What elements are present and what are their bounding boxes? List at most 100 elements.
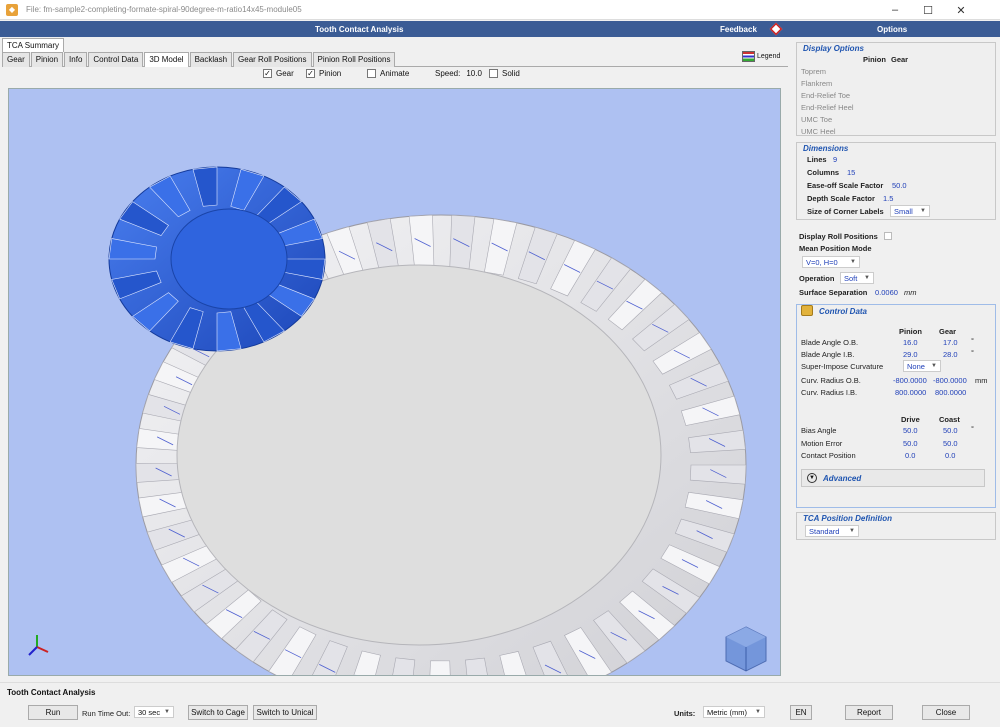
view-cube-icon[interactable]: [725, 626, 767, 672]
tab-3d-model[interactable]: 3D Model: [144, 52, 189, 67]
tca-position-select[interactable]: Standard ▼: [805, 525, 859, 537]
mean-position-mode-value: V=0, H=0: [806, 257, 838, 267]
animate-label: Animate: [380, 69, 410, 78]
toprem-label: Toprem: [801, 67, 827, 76]
tab-pinion[interactable]: Pinion: [30, 52, 64, 67]
end-relief-toe-label: End-Relief Toe: [801, 91, 851, 100]
pinion-toggle[interactable]: ✓ Pinion: [306, 69, 341, 78]
units-value: Metric (mm): [707, 707, 747, 717]
language-button[interactable]: EN: [790, 705, 812, 720]
blade-angle-ib-gear[interactable]: 28.0: [943, 350, 958, 359]
lines-label: Lines: [807, 155, 827, 164]
gear-toggle[interactable]: ✓ Gear: [263, 69, 294, 78]
columns-value[interactable]: 15: [847, 168, 855, 177]
tca-position-value: Standard: [809, 526, 840, 536]
depth-scale-label: Depth Scale Factor: [807, 194, 875, 203]
legend-icon: [742, 51, 755, 62]
advanced-label: Advanced: [823, 473, 862, 483]
bias-angle-label: Bias Angle: [801, 426, 837, 435]
depth-scale-value[interactable]: 1.5: [883, 194, 893, 203]
operation-value: Soft: [844, 273, 858, 283]
blade-angle-ib-unit: °: [971, 348, 974, 357]
curv-radius-ib-pinion[interactable]: 800.0000: [895, 388, 926, 397]
pinion-checkbox[interactable]: ✓: [306, 69, 315, 78]
run-button[interactable]: Run: [28, 705, 78, 720]
minimize-button[interactable]: –: [880, 0, 910, 20]
tab-tca-summary[interactable]: TCA Summary: [2, 38, 65, 52]
run-timeout-select[interactable]: 30 sec ▼: [134, 706, 174, 718]
blade-angle-ob-pinion[interactable]: 16.0: [903, 338, 918, 347]
tab-backlash[interactable]: Backlash: [189, 52, 233, 67]
tab-info[interactable]: Info: [64, 52, 88, 67]
feedback-icon[interactable]: [769, 22, 783, 36]
operation-label: Operation: [799, 274, 835, 283]
solid-checkbox[interactable]: [489, 69, 498, 78]
curv-radius-ob-pinion[interactable]: -800.0000: [893, 376, 927, 385]
surface-separation-value[interactable]: 0.0060: [875, 288, 898, 297]
run-timeout-value: 30 sec: [138, 707, 161, 717]
3d-viewport[interactable]: [8, 88, 781, 676]
pinion-gear[interactable]: [108, 166, 326, 352]
expand-chevron-icon: ▼: [807, 473, 817, 483]
contact-position-drive[interactable]: 0.0: [905, 451, 915, 460]
superimpose-curvature-select[interactable]: None ▼: [903, 360, 941, 372]
superimpose-curvature-value: None: [907, 361, 925, 371]
pinion-toggle-label: Pinion: [319, 69, 342, 78]
lock-icon[interactable]: [801, 305, 813, 316]
contact-pattern-mark: [355, 674, 357, 675]
curv-radius-ob-gear[interactable]: -800.0000: [933, 376, 967, 385]
operation-select[interactable]: Soft ▼: [840, 272, 874, 284]
3d-scene[interactable]: [9, 89, 781, 676]
blade-angle-ib-label: Blade Angle I.B.: [801, 350, 855, 359]
chevron-down-icon: ▼: [931, 363, 937, 369]
curv-radius-unit: mm: [975, 376, 988, 385]
axes-triad-icon: [28, 635, 49, 656]
blade-angle-ob-gear[interactable]: 17.0: [943, 338, 958, 347]
units-select[interactable]: Metric (mm) ▼: [703, 706, 765, 718]
animate-toggle[interactable]: Animate: [367, 69, 409, 78]
units-label: Units:: [674, 709, 696, 718]
bias-angle-coast[interactable]: 50.0: [943, 426, 958, 435]
solid-toggle[interactable]: Solid: [489, 69, 520, 78]
display-roll-positions-checkbox[interactable]: [884, 232, 892, 240]
tab-control-data[interactable]: Control Data: [88, 52, 144, 67]
bias-angle-drive[interactable]: 50.0: [903, 426, 918, 435]
app-icon: ◆: [6, 3, 18, 16]
chevron-down-icon: ▼: [850, 259, 856, 265]
animate-checkbox[interactable]: [367, 69, 376, 78]
motion-error-drive[interactable]: 50.0: [903, 439, 918, 448]
legend-button[interactable]: Legend: [742, 51, 780, 62]
blade-angle-ib-pinion[interactable]: 29.0: [903, 350, 918, 359]
switch-to-unical-button[interactable]: Switch to Unical: [253, 705, 317, 720]
corner-labels-value: Small: [894, 206, 913, 216]
feedback-link[interactable]: Feedback: [720, 25, 757, 34]
mean-position-mode-label: Mean Position Mode: [799, 244, 872, 253]
display-roll-positions-label: Display Roll Positions: [799, 232, 878, 241]
close-button[interactable]: Close: [922, 705, 970, 720]
tab-gear[interactable]: Gear: [2, 52, 30, 67]
window-title: File: fm-sample2-completing-formate-spir…: [26, 5, 302, 14]
maximize-button[interactable]: ☐: [913, 0, 943, 20]
corner-labels-select[interactable]: Small ▼: [890, 205, 930, 217]
lines-value[interactable]: 9: [833, 155, 837, 164]
contact-position-label: Contact Position: [801, 451, 856, 460]
close-window-button[interactable]: ✕: [946, 0, 976, 20]
columns-label: Columns: [807, 168, 840, 177]
tab-pinion-roll-positions[interactable]: Pinion Roll Positions: [312, 52, 396, 67]
tab-gear-roll-positions[interactable]: Gear Roll Positions: [233, 52, 312, 67]
report-button[interactable]: Report: [845, 705, 893, 720]
ease-off-value[interactable]: 50.0: [892, 181, 907, 190]
app-header-bar: Tooth Contact Analysis Feedback Options: [0, 21, 1000, 37]
chevron-down-icon: ▼: [864, 275, 870, 281]
motion-error-coast[interactable]: 50.0: [943, 439, 958, 448]
options-panel: Display Options Pinion Gear Toprem Flank…: [792, 38, 1000, 678]
switch-to-cage-button[interactable]: Switch to Cage: [188, 705, 248, 720]
tca-position-group: TCA Position Definition Standard ▼: [796, 512, 996, 540]
gear-checkbox[interactable]: ✓: [263, 69, 272, 78]
mean-position-mode-select[interactable]: V=0, H=0 ▼: [802, 256, 860, 268]
control-data-group: Control Data Pinion Gear Blade Angle O.B…: [796, 304, 996, 508]
curv-radius-ib-gear[interactable]: 800.0000: [935, 388, 966, 397]
advanced-expander[interactable]: ▼ Advanced: [801, 469, 985, 487]
speed-value[interactable]: 10.0: [466, 69, 482, 78]
contact-position-coast[interactable]: 0.0: [945, 451, 955, 460]
